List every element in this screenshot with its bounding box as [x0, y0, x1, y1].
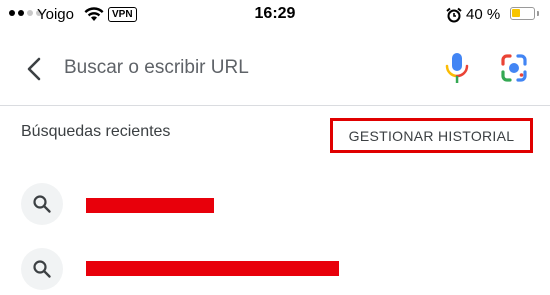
redaction-bar: [86, 261, 339, 276]
recent-searches-heading: Búsquedas recientes: [21, 123, 171, 140]
microphone-icon[interactable]: [441, 51, 473, 85]
recent-search-item[interactable]: [0, 243, 550, 295]
status-bar: Yoigo VPN 16:29 40 %: [0, 0, 550, 32]
search-icon: [21, 248, 63, 290]
google-lens-icon[interactable]: [497, 51, 531, 85]
alarm-icon: [446, 7, 462, 28]
url-input[interactable]: [64, 54, 424, 82]
battery-percentage: 40 %: [466, 6, 501, 23]
search-icon: [21, 183, 63, 225]
back-arrow-icon[interactable]: [20, 54, 50, 84]
recent-search-item[interactable]: [0, 178, 550, 230]
battery-icon: [510, 7, 539, 20]
redaction-bar: [86, 198, 214, 213]
omnibox: [0, 40, 550, 104]
manage-history-button[interactable]: GESTIONAR HISTORIAL: [330, 118, 533, 153]
divider: [0, 105, 550, 106]
